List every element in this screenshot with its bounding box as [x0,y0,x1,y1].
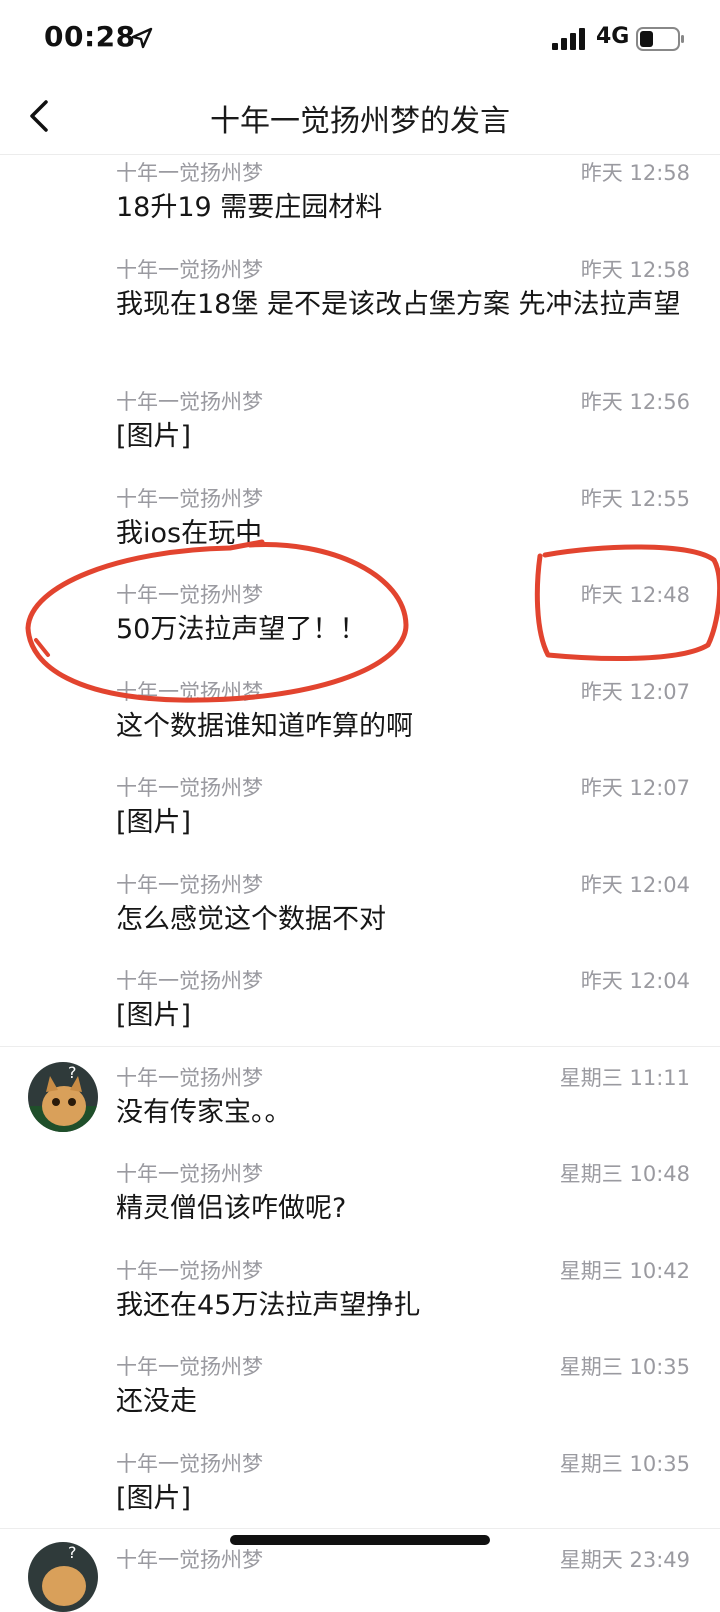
message-text: 我还在45万法拉声望挣扎 [116,1290,421,1321]
message-author: 十年一觉扬州梦 [116,776,263,800]
message-author: 十年一觉扬州梦 [116,969,263,993]
message-time: 昨天 12:55 [580,487,690,511]
message-item[interactable]: 十年一觉扬州梦 昨天 12:04 [图片] [0,963,720,1059]
message-time: 星期天 23:49 [559,1548,690,1572]
message-time: 星期三 10:35 [559,1452,690,1476]
message-text: 还没走 [116,1386,197,1417]
message-time: 星期三 10:42 [559,1259,690,1283]
status-time: 00:28 [44,20,136,53]
message-item[interactable]: 十年一觉扬州梦 昨天 12:07 这个数据谁知道咋算的啊 [0,674,720,770]
message-text: 这个数据谁知道咋算的啊 [116,711,413,742]
message-author: 十年一觉扬州梦 [116,873,263,897]
message-text: 我ios在玩中 [116,518,263,549]
message-author: 十年一觉扬州梦 [116,258,263,282]
message-text: [图片] [116,421,192,452]
network-label: 4G [596,24,630,49]
message-time: 昨天 12:04 [580,969,690,993]
message-author: 十年一觉扬州梦 [116,1452,263,1476]
message-time: 星期三 10:48 [559,1162,690,1186]
group-divider [0,1528,720,1529]
message-author: 十年一觉扬州梦 [116,161,263,185]
message-item[interactable]: 十年一觉扬州梦 星期三 11:11 没有传家宝。。 [0,1060,720,1156]
message-author: 十年一觉扬州梦 [116,1259,263,1283]
message-item[interactable]: 十年一觉扬州梦 昨天 12:56 [图片] [0,384,720,480]
message-time: 昨天 12:58 [580,258,690,282]
message-text: 没有传家宝。。 [116,1097,292,1128]
message-item[interactable]: 十年一觉扬州梦 星期三 10:48 精灵僧侣该咋做呢? [0,1156,720,1252]
page-title: 十年一觉扬州梦的发言 [210,104,510,139]
message-item[interactable]: 十年一觉扬州梦 星期三 10:42 我还在45万法拉声望挣扎 [0,1253,720,1349]
message-text: [图片] [116,807,192,838]
message-text: 我现在18堡 是不是该改占堡方案 先冲法拉声望 [116,289,681,320]
message-time: 星期三 11:11 [559,1066,690,1090]
svg-text:?: ? [68,1543,77,1562]
message-text: [图片] [116,1000,192,1031]
message-author: 十年一觉扬州梦 [116,1162,263,1186]
message-item[interactable]: 十年一觉扬州梦 昨天 12:55 我ios在玩中 [0,481,720,577]
message-text: 怎么感觉这个数据不对 [116,904,386,935]
location-arrow-icon [131,27,153,49]
nav-bar: 十年一觉扬州梦的发言 [0,80,720,155]
home-indicator [230,1535,490,1545]
message-time: 昨天 12:07 [580,680,690,704]
message-time: 昨天 12:56 [580,390,690,414]
message-time: 昨天 12:04 [580,873,690,897]
avatar[interactable]: ? [28,1542,98,1612]
group-divider [0,1046,720,1047]
message-time: 昨天 12:48 [580,583,690,607]
message-text: 精灵僧侣该咋做呢? [116,1193,347,1224]
message-text: 18升19 需要庄园材料 [116,192,383,223]
status-bar: 00:28 4G [0,0,720,80]
message-item[interactable]: 十年一觉扬州梦 昨天 12:58 18升19 需要庄园材料 [0,155,720,251]
message-author: 十年一觉扬州梦 [116,583,263,607]
message-time: 昨天 12:58 [580,161,690,185]
message-author: 十年一觉扬州梦 [116,390,263,414]
avatar[interactable]: ? [28,1062,98,1132]
message-item[interactable]: 十年一觉扬州梦 昨天 12:07 [图片] [0,770,720,866]
message-item[interactable]: 十年一觉扬州梦 昨天 12:04 怎么感觉这个数据不对 [0,867,720,963]
message-time: 星期三 10:35 [559,1355,690,1379]
message-author: 十年一觉扬州梦 [116,1066,263,1090]
message-item[interactable]: 十年一觉扬州梦 星期三 10:35 还没走 [0,1349,720,1445]
message-author: 十年一觉扬州梦 [116,1548,263,1572]
message-item[interactable]: 十年一觉扬州梦 昨天 12:48 50万法拉声望了！！ [0,577,720,673]
message-text: [图片] [116,1483,192,1514]
message-item[interactable]: 十年一觉扬州梦 昨天 12:58 我现在18堡 是不是该改占堡方案 先冲法拉声望 [0,252,720,372]
message-text: 50万法拉声望了！！ [116,614,367,645]
message-author: 十年一觉扬州梦 [116,680,263,704]
battery-icon [636,27,684,51]
message-author: 十年一觉扬州梦 [116,1355,263,1379]
message-time: 昨天 12:07 [580,776,690,800]
message-author: 十年一觉扬州梦 [116,487,263,511]
svg-text:?: ? [68,1063,77,1082]
signal-icon [552,28,585,50]
